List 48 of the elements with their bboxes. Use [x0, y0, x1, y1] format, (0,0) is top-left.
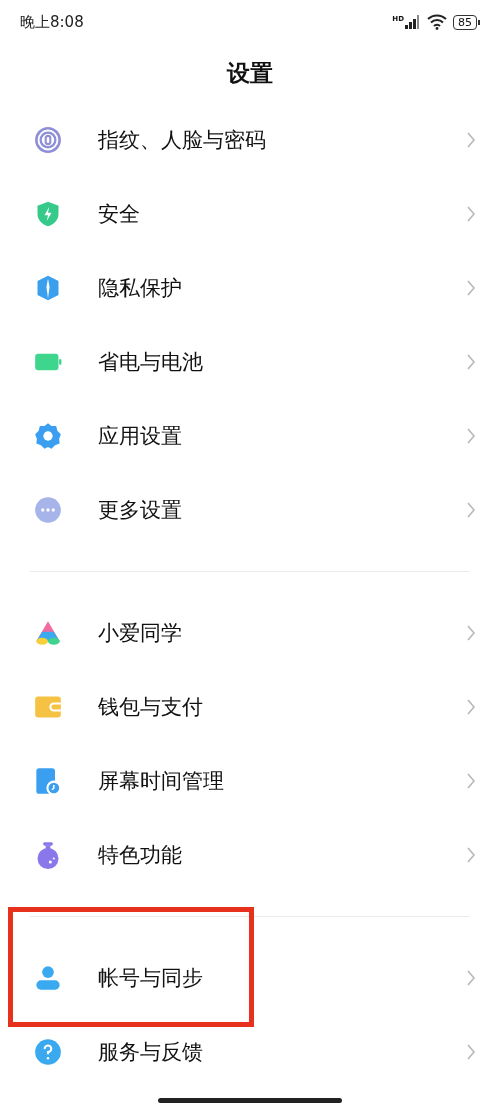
signal-icon: [405, 15, 421, 29]
settings-row[interactable]: 服务与反馈: [0, 1015, 500, 1089]
settings-row[interactable]: 应用设置: [0, 399, 500, 473]
person-icon: [34, 964, 62, 992]
status-time: 晚上8:08: [20, 12, 84, 32]
battery-indicator: 85: [453, 14, 480, 30]
chevron-icon: [466, 279, 476, 297]
settings-label: 更多设置: [98, 497, 183, 524]
chevron-icon: [466, 353, 476, 371]
settings-label: 屏幕时间管理: [98, 768, 225, 795]
chevron-icon: [466, 772, 476, 790]
settings-row[interactable]: 小爱同学: [0, 596, 500, 670]
settings-icon: [34, 422, 62, 450]
chevron-icon: [466, 427, 476, 445]
settings-row[interactable]: 帐号与同步: [0, 941, 500, 1015]
settings-row[interactable]: 隐私保护: [0, 251, 500, 325]
settings-row[interactable]: 指纹、人脸与密码: [0, 103, 500, 177]
settings-label: 应用设置: [98, 423, 183, 450]
page-title: 设置: [227, 59, 273, 88]
settings-label: 小爱同学: [98, 620, 183, 647]
settings-label: 安全: [98, 201, 141, 228]
settings-label: 帐号与同步: [98, 965, 204, 992]
chevron-icon: [466, 969, 476, 987]
settings-row[interactable]: 省电与电池: [0, 325, 500, 399]
chevron-icon: [466, 698, 476, 716]
settings-label: 指纹、人脸与密码: [98, 127, 267, 154]
more-icon: [34, 496, 62, 524]
settings-row[interactable]: 安全: [0, 177, 500, 251]
chevron-icon: [466, 846, 476, 864]
settings-row[interactable]: 屏幕时间管理: [0, 744, 500, 818]
chevron-icon: [466, 131, 476, 149]
settings-row[interactable]: 更多设置: [0, 473, 500, 547]
settings-label: 服务与反馈: [98, 1039, 204, 1066]
settings-label: 钱包与支付: [98, 694, 204, 721]
wifi-icon: [427, 14, 447, 30]
settings-label: 省电与电池: [98, 349, 204, 376]
settings-row[interactable]: 钱包与支付: [0, 670, 500, 744]
clock-phone-icon: [34, 767, 62, 795]
help-icon: [34, 1038, 62, 1066]
chevron-icon: [466, 501, 476, 519]
settings-label: 特色功能: [98, 842, 183, 869]
chevron-icon: [466, 205, 476, 223]
settings-row[interactable]: 特色功能: [0, 818, 500, 892]
chevron-icon: [466, 1043, 476, 1061]
triangle-logo-icon: [34, 619, 62, 647]
chevron-icon: [466, 624, 476, 642]
settings-label: 隐私保护: [98, 275, 183, 302]
fingerprint-icon: [34, 126, 62, 154]
